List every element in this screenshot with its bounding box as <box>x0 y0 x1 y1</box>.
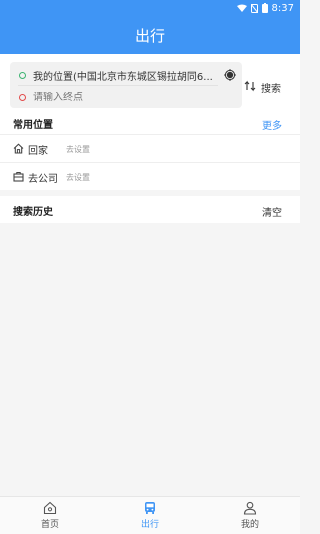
battery-icon <box>261 3 268 13</box>
clear-history-button[interactable]: 清空 <box>262 204 282 219</box>
history-title: 搜索历史 <box>13 207 53 218</box>
page-title: 出行 <box>134 26 165 45</box>
swap-icon[interactable] <box>244 80 256 92</box>
status-bar: 8:37 <box>0 0 300 16</box>
wifi-icon <box>236 4 247 12</box>
favorites-header: 常用位置 更多 <box>0 112 300 134</box>
favorite-home-status[interactable]: 去设置 <box>66 144 90 155</box>
destination-dot-icon <box>19 93 26 101</box>
favorite-home-label: 回家 <box>28 146 48 157</box>
locate-icon[interactable] <box>224 69 236 81</box>
nav-item-home[interactable]: 首页 <box>0 497 100 534</box>
profile-icon <box>243 501 257 515</box>
origin-row[interactable]: 我的位置(中国北京市东城区锡拉胡同6... <box>10 64 242 86</box>
favorites-title: 常用位置 <box>13 120 53 131</box>
nav-label-home: 首页 <box>40 520 59 530</box>
favorite-company-status[interactable]: 去设置 <box>66 172 90 183</box>
nav-label-travel: 出行 <box>140 520 159 530</box>
history-header: 搜索历史 清空 <box>0 196 300 223</box>
favorite-home-row[interactable]: 回家 去设置 <box>0 134 300 162</box>
destination-input[interactable] <box>33 91 213 103</box>
briefcase-icon <box>13 172 24 182</box>
search-button[interactable]: 搜索 <box>261 80 281 95</box>
origin-dot-icon <box>19 71 26 79</box>
bottom-nav: 首页 出行 我的 <box>0 496 300 534</box>
favorite-company-row[interactable]: 去公司 去设置 <box>0 162 300 190</box>
nav-item-travel[interactable]: 出行 <box>100 497 200 534</box>
home-icon <box>43 501 57 515</box>
nav-item-profile[interactable]: 我的 <box>200 497 300 534</box>
nav-label-profile: 我的 <box>240 520 259 530</box>
status-time: 8:37 <box>271 2 294 14</box>
favorite-company-label: 去公司 <box>28 174 58 185</box>
no-sim-icon <box>250 3 258 13</box>
origin-field[interactable]: 我的位置(中国北京市东城区锡拉胡同6... <box>33 68 213 83</box>
route-input-box: 我的位置(中国北京市东城区锡拉胡同6... <box>10 62 242 108</box>
bus-icon <box>145 502 155 514</box>
home-icon <box>13 143 24 154</box>
route-card: 我的位置(中国北京市东城区锡拉胡同6... 搜索 <box>0 54 300 112</box>
destination-row[interactable] <box>10 86 242 108</box>
app-bar: 出行 <box>0 16 300 54</box>
more-button[interactable]: 更多 <box>262 117 282 132</box>
